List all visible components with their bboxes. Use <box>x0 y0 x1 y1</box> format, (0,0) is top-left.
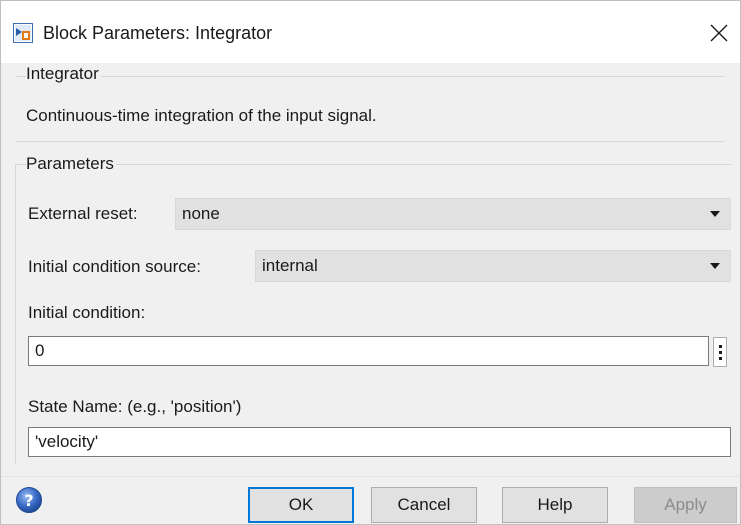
help-button[interactable]: Help <box>502 487 608 523</box>
initial-condition-field[interactable]: 0 <box>28 336 709 366</box>
block-parameters-dialog: Block Parameters: Integrator Integrator … <box>0 0 741 525</box>
help-icon[interactable]: ? <box>15 486 43 514</box>
block-group-legend: Integrator <box>26 64 101 84</box>
button-bar-separator <box>1 476 740 477</box>
initial-condition-source-value: internal <box>262 256 318 275</box>
external-reset-select[interactable]: none <box>175 198 731 230</box>
external-reset-label: External reset: <box>28 204 138 223</box>
title-bar[interactable]: Block Parameters: Integrator <box>1 1 740 63</box>
more-options-button[interactable] <box>713 337 727 367</box>
window-title: Block Parameters: Integrator <box>43 23 273 43</box>
initial-condition-source-label: Initial condition source: <box>28 257 201 276</box>
dot <box>719 345 722 348</box>
close-button[interactable] <box>700 13 740 53</box>
dot <box>719 357 722 360</box>
state-name-field[interactable]: 'velocity' <box>28 427 731 457</box>
dot <box>719 351 722 354</box>
initial-condition-source-select[interactable]: internal <box>255 250 731 282</box>
chevron-down-icon <box>710 211 720 217</box>
block-description: Continuous-time integration of the input… <box>26 106 377 125</box>
chevron-down-icon <box>710 263 720 269</box>
external-reset-value: none <box>182 204 220 223</box>
initial-condition-label: Initial condition: <box>28 303 146 322</box>
block-group-border <box>15 76 725 77</box>
cancel-button[interactable]: Cancel <box>371 487 477 523</box>
apply-button[interactable]: Apply <box>634 487 737 523</box>
close-icon <box>710 24 728 42</box>
block-group-bottom-border <box>15 141 725 142</box>
ok-button[interactable]: OK <box>248 487 354 523</box>
svg-text:?: ? <box>24 491 33 510</box>
parameters-group-legend: Parameters <box>26 154 116 174</box>
simulink-block-icon <box>13 23 33 43</box>
state-name-label: State Name: (e.g., 'position') <box>28 397 242 416</box>
